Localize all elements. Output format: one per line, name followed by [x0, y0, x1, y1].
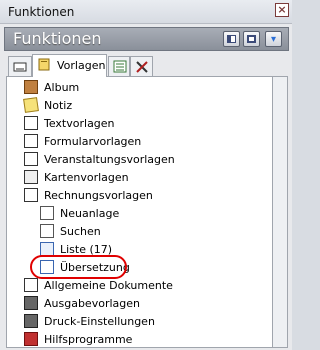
tab-vorlagen-label: Vorlagen	[57, 59, 106, 72]
card-template-icon	[24, 170, 38, 184]
event-template-icon	[24, 152, 38, 166]
tab-blank[interactable]	[8, 56, 32, 76]
invoice-template-icon	[24, 188, 38, 202]
tree-item-label: Kartenvorlagen	[44, 171, 129, 184]
tree-item-label: Veranstaltungsvorlagen	[44, 153, 175, 166]
printer-icon	[24, 314, 38, 328]
tree-item-label: Suchen	[60, 225, 101, 238]
tree-item-label: Druck-Einstellungen	[44, 315, 155, 328]
tree-item[interactable]: Textvorlagen	[24, 115, 268, 133]
template-icon	[38, 58, 50, 71]
tree-item-label: Rechnungsvorlagen	[44, 189, 153, 202]
tree-item[interactable]: Allgemeine Dokumente	[24, 277, 268, 295]
list-icon	[113, 60, 127, 73]
tree-item[interactable]: Kartenvorlagen	[24, 169, 268, 187]
tab-list[interactable]	[108, 56, 130, 76]
panel-menu-button[interactable]: ▾	[265, 31, 282, 47]
tab-strip: Vorlagen	[4, 54, 289, 77]
vertical-scrollbar[interactable]	[273, 76, 288, 348]
chevron-down-icon: ▾	[270, 34, 277, 45]
window-icon	[247, 35, 256, 43]
tree-item-label: Album	[44, 81, 80, 94]
form-template-icon	[24, 134, 38, 148]
tree-item[interactable]: Neuanlage	[40, 205, 268, 223]
tab-tools[interactable]	[130, 56, 153, 76]
tree-item-label: Hilfsprogramme	[44, 333, 133, 346]
tree-item-label: Neuanlage	[60, 207, 120, 220]
header-title: Funktionen	[13, 29, 102, 48]
note-icon	[23, 97, 39, 113]
new-document-icon	[40, 206, 54, 220]
tree-item[interactable]: Formularvorlagen	[24, 133, 268, 151]
search-icon	[40, 224, 54, 238]
printer-icon	[24, 296, 38, 310]
tree-item[interactable]: Ausgabevorlagen	[24, 295, 268, 313]
tree-item[interactable]: Veranstaltungsvorlagen	[24, 151, 268, 169]
tree-item[interactable]: Hilfsprogramme	[24, 331, 268, 349]
tree-item-label: Textvorlagen	[44, 117, 115, 130]
tools-icon	[136, 61, 148, 73]
tree-item[interactable]: Notiz	[23, 97, 268, 115]
window-title: Funktionen	[8, 5, 75, 19]
panel-header: Funktionen ▾	[4, 27, 289, 51]
close-icon[interactable]: ×	[275, 3, 289, 17]
tree-item-label: Formularvorlagen	[44, 135, 142, 148]
tab-vorlagen[interactable]: Vorlagen	[32, 54, 107, 77]
toolbox-icon	[24, 332, 38, 346]
window-titlebar[interactable]: Funktionen ×	[0, 0, 292, 24]
highlight-circle	[30, 255, 127, 279]
window-mode-button[interactable]	[243, 31, 260, 47]
dock-left-button[interactable]	[223, 31, 240, 47]
album-icon	[24, 80, 38, 94]
tree-item-label: Ausgabevorlagen	[44, 297, 140, 310]
tree-item[interactable]: Album	[24, 79, 268, 97]
documents-icon	[24, 278, 38, 292]
tree-item[interactable]: Rechnungsvorlagen	[24, 187, 268, 205]
tree-item[interactable]: Suchen	[40, 223, 268, 241]
list-icon	[40, 242, 54, 256]
tree-item[interactable]: Druck-Einstellungen	[24, 313, 268, 331]
text-template-icon	[24, 116, 38, 130]
tree-item-label: Allgemeine Dokumente	[44, 279, 173, 292]
tree-item-label: Notiz	[44, 99, 73, 112]
dock-left-icon	[227, 35, 236, 43]
blank-page-icon	[13, 62, 27, 72]
